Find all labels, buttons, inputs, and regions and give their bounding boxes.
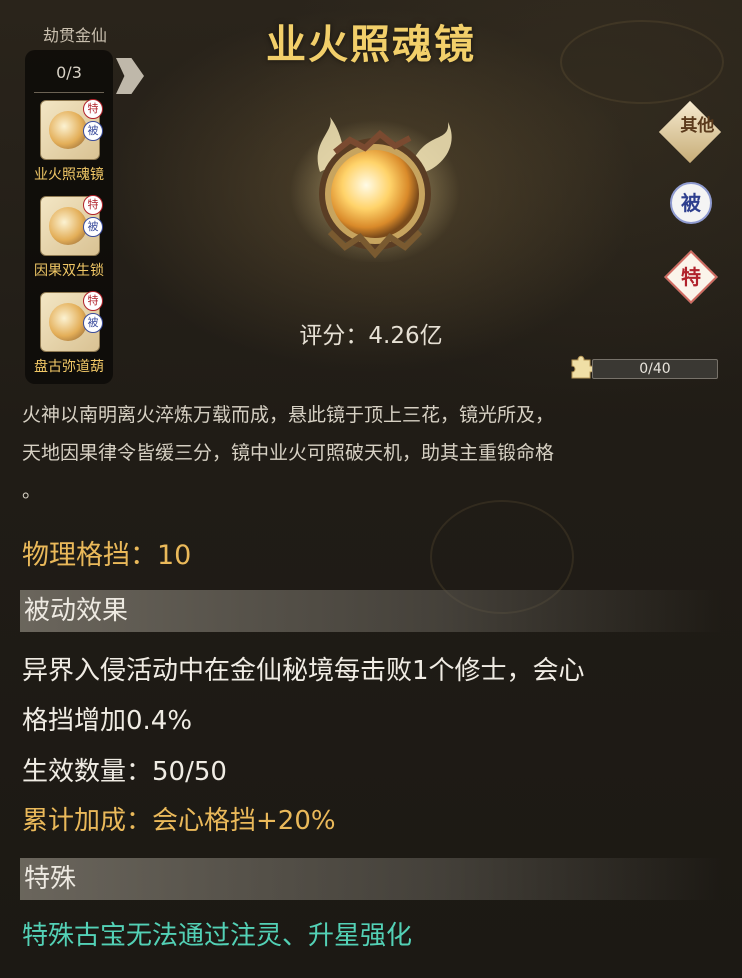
treasure-mirror-icon [290,117,460,262]
item-title: 业火照魂镜 [266,22,476,68]
score-label: 评分：4.26亿 [299,323,443,349]
sidebar-item-label: 因果双生锁 [34,263,104,279]
description-line: 天地因果律令皆缓三分，镜中业火可照破天机，助其主重锻命格 [22,442,555,464]
cumulative-bonus: 累计加成：会心格挡+20% [22,806,336,836]
special-section-header: 特殊 [20,858,722,900]
fragment-progress-bar: 0/40 [592,359,718,379]
passive-section-header: 被动效果 [20,590,722,632]
passive-effect-line: 异界入侵活动中在金仙秘境每击败1个修士，会心 [22,656,585,686]
divider [34,92,104,93]
sidebar-item-yehuo[interactable]: 特 被 [40,99,103,160]
passive-tag-icon: 被 [83,217,103,237]
special-tag-icon: 特 [83,195,103,215]
special-note: 特殊古宝无法通过注灵、升星强化 [22,921,413,951]
description-line: 火神以南明离火淬炼万载而成，悬此镜于顶上三花，镜光所及， [22,404,555,426]
special-tag-icon: 特 [83,291,103,311]
treasure-thumbnail-icon [49,207,87,245]
treasure-thumbnail-icon [49,111,87,149]
physical-block-stat: 物理格挡：10 [22,540,192,571]
other-tab-label: 其他 [680,116,715,137]
description-line: 。 [22,480,42,502]
passive-tag-icon: 被 [83,121,103,141]
sidebar-item-label: 业火照魂镜 [34,167,104,183]
passive-effect-line: 格挡增加0.4% [22,706,193,736]
sidebar-item-label: 盘古弥道葫 [34,359,104,375]
item-description: 火神以南明离火淬炼万载而成，悬此镜于顶上三花，镜光所及， 天地因果律令皆缓三分，… [22,396,722,510]
effective-count: 生效数量：50/50 [22,757,227,787]
special-badge-label: 特 [681,265,701,289]
special-tag-icon: 特 [83,99,103,119]
sidebar-item-yinguo[interactable]: 特 被 [40,195,103,256]
passive-badge-icon[interactable]: 被 [670,182,712,224]
progress-text: 0/40 [639,361,671,377]
